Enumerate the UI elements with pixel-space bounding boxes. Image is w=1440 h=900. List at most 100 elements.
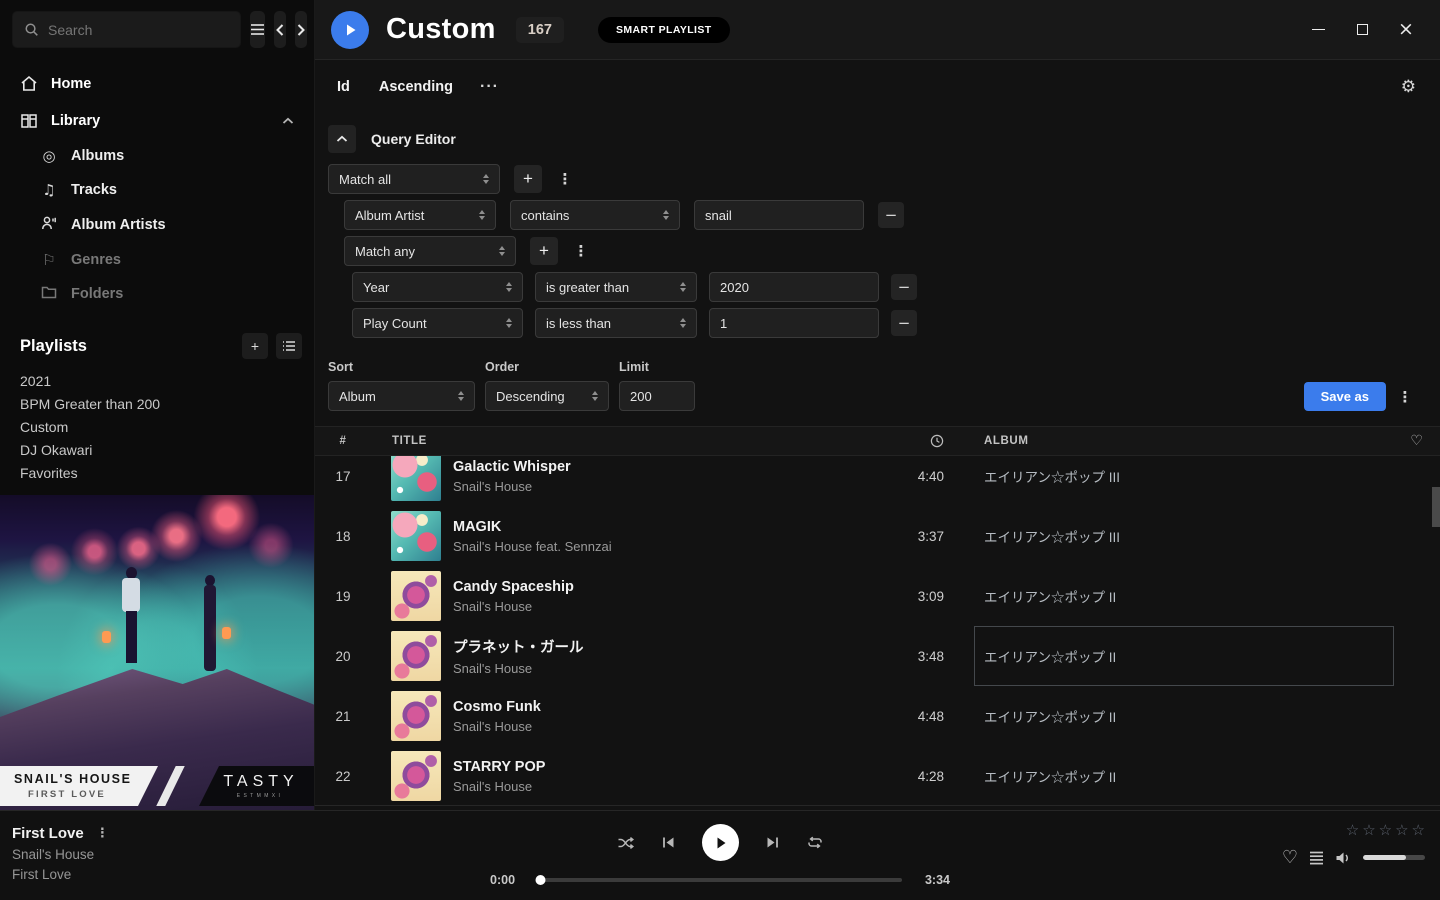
column-header-title[interactable]: TITLE	[371, 435, 894, 447]
column-header-duration[interactable]	[894, 434, 974, 448]
table-row[interactable]: 22 STARRY POP Snail's House 4:28 エイリアン☆ポ…	[315, 746, 1440, 806]
group-options-button[interactable]: ⋮	[556, 165, 574, 193]
query-editor-collapse-button[interactable]	[328, 125, 356, 153]
track-artist[interactable]: Snail's House	[453, 719, 541, 734]
seek-slider[interactable]	[538, 878, 902, 882]
sidebar-item-album-artists[interactable]: Album Artists	[0, 207, 314, 243]
heart-icon[interactable]: ♡	[1394, 433, 1440, 449]
track-cover[interactable]	[391, 751, 441, 801]
track-album-link[interactable]: エイリアン☆ポップ II	[984, 706, 1116, 726]
track-artist[interactable]: Snail's House	[453, 479, 571, 494]
album-cell[interactable]: エイリアン☆ポップ II	[974, 746, 1394, 806]
sub-match-select[interactable]: Match any	[344, 236, 516, 266]
column-header-number[interactable]: #	[315, 435, 371, 447]
sidebar-item-tracks[interactable]: ♫ Tracks	[0, 173, 314, 207]
now-playing-album-art[interactable]: SNAIL'S HOUSE FIRST LOVE TASTY ESTMMXI	[0, 495, 315, 810]
album-cell[interactable]: エイリアン☆ポップ II	[974, 566, 1394, 626]
track-cover[interactable]	[391, 571, 441, 621]
play-pause-button[interactable]	[702, 824, 739, 861]
sub-rule-value-input[interactable]	[709, 272, 879, 302]
maximize-button[interactable]	[1352, 20, 1372, 40]
album-cell[interactable]: エイリアン☆ポップ III	[974, 506, 1394, 566]
track-title[interactable]: Galactic Whisper	[453, 459, 571, 475]
close-button[interactable]: ×	[1396, 20, 1416, 40]
sub-rule-field-select[interactable]: Play Count	[352, 308, 523, 338]
sidebar-item-home[interactable]: Home	[0, 65, 314, 102]
star-icon[interactable]: ☆	[1412, 821, 1425, 839]
sidebar-playlist-item[interactable]: Custom	[0, 415, 314, 438]
previous-track-button[interactable]	[661, 835, 676, 850]
minimize-button[interactable]	[1308, 20, 1328, 40]
track-title[interactable]: Cosmo Funk	[453, 699, 541, 715]
rule-value-field[interactable]	[705, 208, 853, 223]
play-playlist-button[interactable]	[331, 11, 369, 49]
sidebar-item-albums[interactable]: ◎ Albums	[0, 139, 314, 173]
now-playing-options-button[interactable]: ⋮	[96, 826, 109, 841]
star-icon[interactable]: ☆	[1362, 821, 1375, 839]
column-header-album[interactable]: ALBUM	[974, 435, 1394, 447]
rule-value-input[interactable]	[694, 200, 864, 230]
now-playing-artist[interactable]: Snail's House	[12, 847, 300, 862]
nav-forward-button[interactable]	[295, 11, 307, 48]
track-cover[interactable]	[391, 511, 441, 561]
track-title[interactable]: STARRY POP	[453, 759, 545, 775]
remove-sub-rule-button[interactable]: −	[891, 310, 917, 336]
save-as-button[interactable]: Save as	[1304, 382, 1386, 411]
next-track-button[interactable]	[765, 835, 780, 850]
search-input[interactable]	[12, 11, 241, 48]
scrollbar-thumb[interactable]	[1432, 487, 1440, 527]
sub-rule-field-select[interactable]: Year	[352, 272, 523, 302]
repeat-button[interactable]	[806, 835, 824, 850]
sidebar-item-folders[interactable]: Folders	[0, 277, 314, 311]
sub-rule-operator-select[interactable]: is less than	[535, 308, 697, 338]
now-playing-title[interactable]: First Love	[12, 825, 84, 842]
sub-rule-value-field[interactable]	[720, 280, 868, 295]
seek-handle[interactable]	[536, 875, 546, 885]
track-title[interactable]: プラネット・ガール	[453, 636, 584, 657]
volume-button[interactable]	[1335, 851, 1352, 865]
sidebar-playlist-item[interactable]: Favorites	[0, 461, 314, 484]
query-options-button[interactable]: ⋮	[1396, 382, 1414, 411]
shuffle-button[interactable]	[617, 835, 635, 851]
sub-group-options-button[interactable]: ⋮	[572, 237, 590, 265]
track-cover[interactable]	[391, 691, 441, 741]
sidebar-item-genres[interactable]: ⚐ Genres	[0, 243, 314, 277]
track-artist[interactable]: Snail's House	[453, 779, 545, 794]
collapse-chevron-icon[interactable]	[282, 113, 294, 129]
star-icon[interactable]: ☆	[1395, 821, 1408, 839]
star-icon[interactable]: ☆	[1346, 821, 1359, 839]
root-match-select[interactable]: Match all	[328, 164, 500, 194]
album-cell[interactable]: エイリアン☆ポップ II	[974, 686, 1394, 746]
sub-rule-value-field[interactable]	[720, 316, 868, 331]
more-options-button[interactable]: ···	[480, 78, 499, 96]
track-title[interactable]: Candy Spaceship	[453, 579, 574, 595]
sidebar-playlist-item[interactable]: 2021	[0, 369, 314, 392]
nav-back-button[interactable]	[274, 11, 286, 48]
sort-field-button[interactable]: Id	[337, 79, 350, 95]
star-icon[interactable]: ☆	[1379, 821, 1392, 839]
sort-order-button[interactable]: Ascending	[379, 79, 453, 95]
track-artist[interactable]: Snail's House	[453, 599, 574, 614]
track-album-link[interactable]: エイリアン☆ポップ III	[984, 466, 1120, 486]
track-album-link[interactable]: エイリアン☆ポップ III	[984, 526, 1120, 546]
limit-field[interactable]	[630, 389, 684, 404]
remove-sub-rule-button[interactable]: −	[891, 274, 917, 300]
sub-rule-operator-select[interactable]: is greater than	[535, 272, 697, 302]
table-row[interactable]: 17 Galactic Whisper Snail's House 4:40 エ…	[315, 456, 1440, 506]
add-sub-rule-button[interactable]: +	[530, 237, 558, 265]
table-row[interactable]: 18 MAGIK Snail's House feat. Sennzai 3:3…	[315, 506, 1440, 566]
table-row[interactable]: 19 Candy Spaceship Snail's House 3:09 エイ…	[315, 566, 1440, 626]
now-playing-album[interactable]: First Love	[12, 867, 300, 882]
rule-field-select[interactable]: Album Artist	[344, 200, 496, 230]
track-cover[interactable]	[391, 456, 441, 501]
gear-icon[interactable]: ⚙	[1401, 77, 1416, 97]
track-album-link[interactable]: エイリアン☆ポップ II	[984, 646, 1116, 666]
limit-input[interactable]	[619, 381, 695, 411]
track-album-link[interactable]: エイリアン☆ポップ II	[984, 766, 1116, 786]
album-cell[interactable]: エイリアン☆ポップ III	[974, 456, 1394, 506]
sort-select[interactable]: Album	[328, 381, 475, 411]
track-artist[interactable]: Snail's House feat. Sennzai	[453, 539, 612, 554]
sidebar-playlist-item[interactable]: BPM Greater than 200	[0, 392, 314, 415]
track-title[interactable]: MAGIK	[453, 519, 612, 535]
volume-slider[interactable]	[1363, 855, 1425, 860]
